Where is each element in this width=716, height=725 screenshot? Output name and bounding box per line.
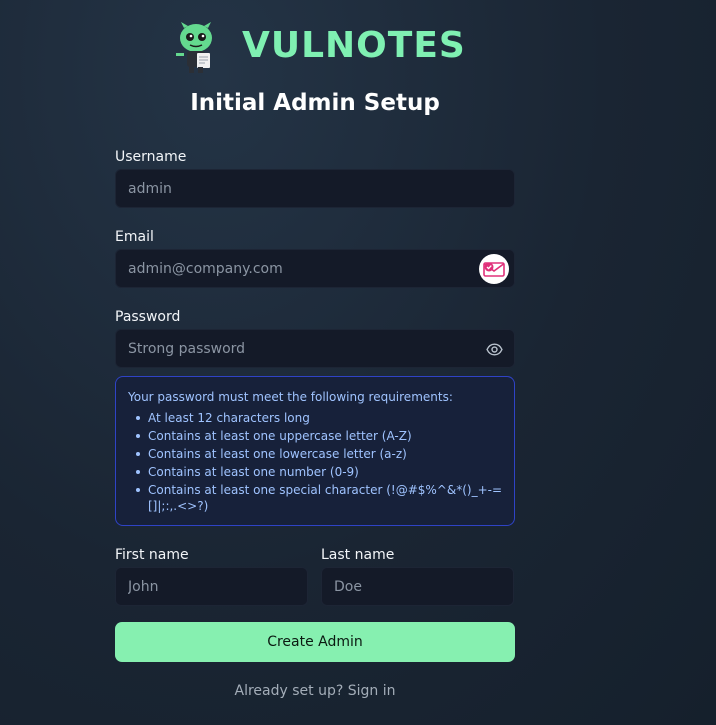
- eye-icon[interactable]: [486, 341, 503, 358]
- email-input[interactable]: [116, 250, 514, 287]
- requirement-item: Contains at least one lowercase letter (…: [136, 446, 502, 462]
- create-admin-button[interactable]: Create Admin: [115, 622, 515, 662]
- requirement-item: At least 12 characters long: [136, 410, 502, 426]
- first-name-label: First name: [115, 547, 189, 563]
- signin-prompt: Already set up?: [234, 683, 344, 699]
- requirements-list: At least 12 characters long Contains at …: [128, 410, 502, 514]
- password-field[interactable]: [115, 329, 515, 368]
- last-name-input[interactable]: [322, 568, 513, 605]
- first-name-field[interactable]: [115, 567, 308, 606]
- signin-footer: Already set up? Sign in: [0, 683, 630, 699]
- setup-page: VULNOTES Initial Admin Setup Username Em…: [0, 0, 716, 725]
- signin-link[interactable]: Sign in: [348, 683, 396, 699]
- requirement-item: Contains at least one number (0-9): [136, 464, 502, 480]
- username-input[interactable]: [116, 170, 514, 207]
- last-name-field[interactable]: [321, 567, 514, 606]
- page-title: Initial Admin Setup: [190, 90, 440, 116]
- first-name-input[interactable]: [116, 568, 307, 605]
- email-label: Email: [115, 229, 154, 245]
- requirement-item: Contains at least one special character …: [136, 482, 502, 514]
- requirements-intro: Your password must meet the following re…: [128, 390, 453, 404]
- password-requirements-box: Your password must meet the following re…: [115, 376, 515, 526]
- password-input[interactable]: [116, 330, 514, 367]
- brand-header: VULNOTES: [170, 18, 466, 74]
- last-name-label: Last name: [321, 547, 395, 563]
- requirement-item: Contains at least one uppercase letter (…: [136, 428, 502, 444]
- brand-name: VULNOTES: [242, 25, 466, 66]
- username-field[interactable]: [115, 169, 515, 208]
- envelope-icon: [483, 262, 505, 277]
- mascot-icon: [176, 22, 212, 73]
- mail-badge-icon[interactable]: [479, 254, 509, 284]
- email-field[interactable]: [115, 249, 515, 288]
- username-label: Username: [115, 149, 187, 165]
- password-label: Password: [115, 309, 181, 325]
